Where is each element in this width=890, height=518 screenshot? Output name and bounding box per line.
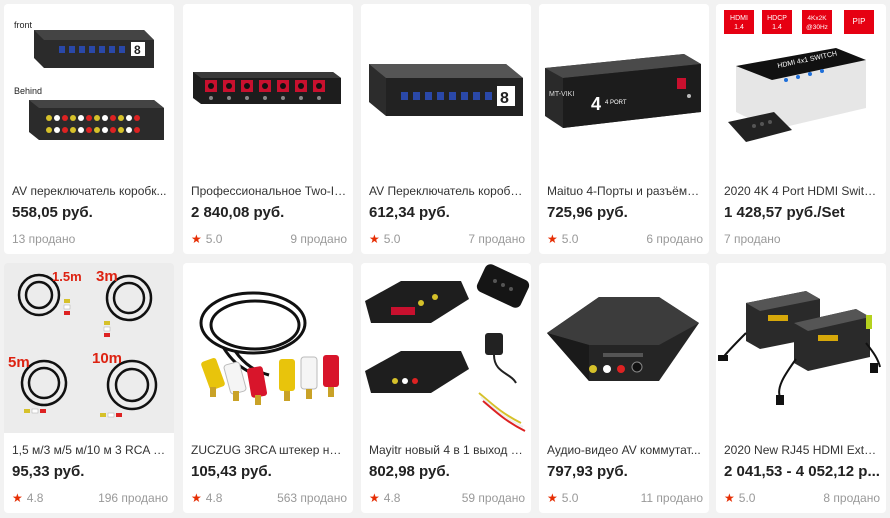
product-title[interactable]: Профессиональное Two-In... — [191, 183, 347, 199]
product-title[interactable]: Аудио-видео AV коммутат... — [547, 442, 703, 458]
star-icon: ★ — [547, 232, 558, 246]
product-image[interactable]: front 8 Behind — [4, 4, 174, 174]
rating-value: 5.0 — [383, 232, 401, 246]
product-price: 725,96 руб. — [547, 204, 628, 221]
svg-text:10m: 10m — [92, 350, 122, 367]
product-title[interactable]: Mayitr новый 4 в 1 выход S... — [369, 442, 525, 458]
product-card[interactable]: 8 AV Переключатель коробк... 612,34 руб.… — [361, 4, 531, 254]
svg-text:4Kx2K: 4Kx2K — [807, 15, 827, 22]
product-title[interactable]: 2020 New RJ45 HDMI Extend... — [724, 442, 880, 458]
star-icon: ★ — [547, 491, 558, 505]
product-image[interactable]: 1.5m 3m 5m 10m — [4, 263, 174, 433]
sold-count: 13 продано — [12, 232, 76, 246]
product-image[interactable] — [183, 263, 353, 433]
star-icon: ★ — [191, 491, 202, 505]
product-price: 2 840,08 руб. — [191, 204, 285, 221]
svg-text:3m: 3m — [96, 268, 118, 285]
rating-value: 4.8 — [26, 491, 44, 505]
product-price: 558,05 руб. — [12, 204, 93, 221]
svg-text:8: 8 — [134, 43, 141, 57]
rating-value: 5.0 — [205, 232, 223, 246]
product-card[interactable]: Mayitr новый 4 в 1 выход S... 802,98 руб… — [361, 263, 531, 513]
product-image[interactable]: HDMI 1.4 HDCP 1.4 4Kx2K @30Hz PIP HDMI 4… — [716, 4, 886, 174]
sold-count: 8 продано — [823, 491, 880, 505]
product-meta: ★ 5.0 6 продано — [547, 231, 703, 247]
svg-text:front: front — [14, 20, 33, 30]
product-grid: front 8 Behind AV переключатель коробк..… — [0, 0, 890, 518]
star-icon: ★ — [191, 232, 202, 246]
product-meta: ★ 5.0 8 продано — [724, 490, 880, 506]
svg-text:1.5m: 1.5m — [52, 269, 82, 284]
product-card[interactable]: Аудио-видео AV коммутат... 797,93 руб. ★… — [539, 263, 709, 513]
rating-value: 4.8 — [205, 491, 223, 505]
product-meta: ★ 5.0 9 продано — [191, 231, 347, 247]
product-title[interactable]: 1,5 м/3 м/5 м/10 м 3 RCA к ... — [12, 442, 168, 458]
product-card[interactable]: 2020 New RJ45 HDMI Extend... 2 041,53 - … — [716, 263, 886, 513]
product-price: 2 041,53 - 4 052,12 р... — [724, 463, 880, 480]
svg-text:1.4: 1.4 — [772, 24, 782, 31]
product-image[interactable] — [183, 4, 353, 174]
svg-text:MT-VIKI: MT-VIKI — [549, 91, 574, 98]
product-title[interactable]: AV переключатель коробк... — [12, 183, 168, 199]
product-meta: ★ 5.0 11 продано — [547, 490, 703, 506]
product-image[interactable] — [539, 263, 709, 433]
rating-value: 5.0 — [561, 491, 579, 505]
product-price: 105,43 руб. — [191, 463, 272, 480]
product-image[interactable] — [716, 263, 886, 433]
star-icon: ★ — [369, 491, 380, 505]
sold-count: 7 продано — [468, 232, 525, 246]
sold-count: 563 продано — [277, 491, 347, 505]
svg-text:1.4: 1.4 — [734, 24, 744, 31]
product-card[interactable]: 1.5m 3m 5m 10m 1,5 м/3 м/5 м/10 м 3 RCA … — [4, 263, 174, 513]
svg-text:Behind: Behind — [14, 86, 42, 96]
product-card[interactable]: front 8 Behind AV переключатель коробк..… — [4, 4, 174, 254]
product-meta: ★ 4.8 59 продано — [369, 490, 525, 506]
product-price: 612,34 руб. — [369, 204, 450, 221]
product-title[interactable]: AV Переключатель коробк... — [369, 183, 525, 199]
product-price: 797,93 руб. — [547, 463, 628, 480]
product-price: 1 428,57 руб./Set — [724, 204, 845, 221]
product-title[interactable]: Maituo 4-Порты и разъёмы... — [547, 183, 703, 199]
product-image[interactable] — [361, 263, 531, 433]
product-title[interactable]: 2020 4K 4 Port HDMI Switch ... — [724, 183, 880, 199]
svg-text:HDCP: HDCP — [767, 15, 787, 22]
rating-value: 5.0 — [738, 491, 756, 505]
sold-count: 196 продано — [98, 491, 168, 505]
sold-count: 7 продано — [724, 232, 781, 246]
product-image[interactable]: 8 — [361, 4, 531, 174]
product-card[interactable]: ZUCZUG 3RCA штекер на 3 ... 105,43 руб. … — [183, 263, 353, 513]
product-price: 95,33 руб. — [12, 463, 85, 480]
sold-count: 6 продано — [646, 232, 703, 246]
svg-text:4 PORT: 4 PORT — [605, 100, 627, 106]
sold-count: 59 продано — [461, 491, 525, 505]
product-meta: ★ 4.8 196 продано — [12, 490, 168, 506]
svg-text:@30Hz: @30Hz — [806, 24, 828, 31]
product-card[interactable]: Профессиональное Two-In... 2 840,08 руб.… — [183, 4, 353, 254]
svg-text:4: 4 — [591, 94, 601, 114]
product-image[interactable]: MT-VIKI 4 4 PORT — [539, 4, 709, 174]
sold-count: 9 продано — [290, 232, 347, 246]
svg-text:HDMI: HDMI — [730, 15, 748, 22]
product-meta: ★ 5.0 7 продано — [369, 231, 525, 247]
product-card[interactable]: HDMI 1.4 HDCP 1.4 4Kx2K @30Hz PIP HDMI 4… — [716, 4, 886, 254]
star-icon: ★ — [724, 491, 735, 505]
rating-value: 4.8 — [383, 491, 401, 505]
svg-text:PIP: PIP — [853, 17, 866, 26]
svg-text:8: 8 — [500, 90, 509, 107]
product-meta: ★ 4.8 563 продано — [191, 490, 347, 506]
product-card[interactable]: MT-VIKI 4 4 PORT Maituo 4-Порты и разъём… — [539, 4, 709, 254]
svg-text:5m: 5m — [8, 354, 30, 371]
rating-value: 5.0 — [561, 232, 579, 246]
product-meta: 7 продано — [724, 231, 880, 247]
star-icon: ★ — [369, 232, 380, 246]
sold-count: 11 продано — [640, 491, 703, 505]
product-meta: 13 продано — [12, 231, 168, 247]
product-title[interactable]: ZUCZUG 3RCA штекер на 3 ... — [191, 442, 347, 458]
star-icon: ★ — [12, 491, 23, 505]
product-price: 802,98 руб. — [369, 463, 450, 480]
